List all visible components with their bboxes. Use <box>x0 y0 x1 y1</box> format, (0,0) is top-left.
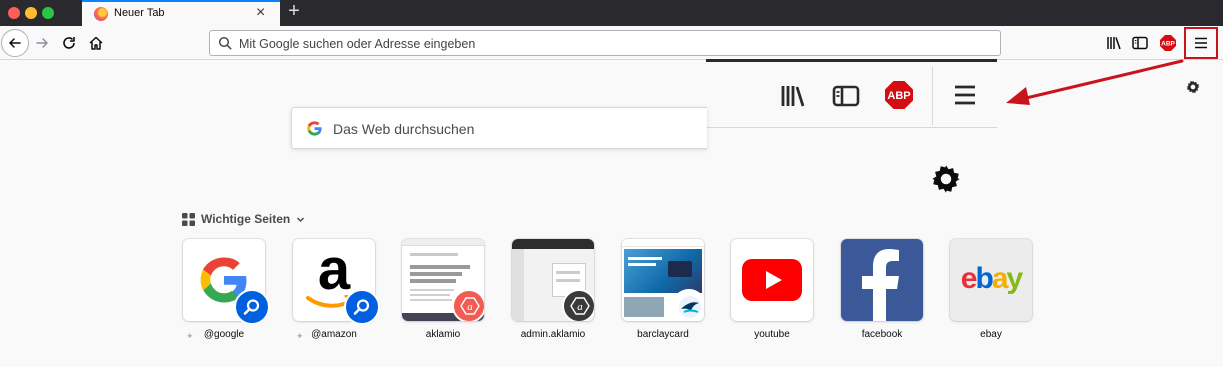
reload-button[interactable] <box>57 31 81 55</box>
search-shortcut-badge <box>344 289 380 325</box>
arrow-right-icon <box>36 38 48 48</box>
sidebar-icon <box>832 85 860 107</box>
top-site-label: aklamio <box>425 329 461 340</box>
barclaycard-eagle-icon <box>679 296 701 318</box>
toolbar-divider <box>932 67 933 125</box>
zoom-window-button[interactable] <box>42 7 54 19</box>
top-site-tile-facebook[interactable] <box>841 239 923 321</box>
grid-icon <box>182 212 195 226</box>
search-shortcut-badge <box>234 289 270 325</box>
google-logo-icon <box>307 121 322 136</box>
top-site-label: barclaycard <box>637 329 689 340</box>
library-icon <box>781 86 805 107</box>
top-site-tile-barclaycard[interactable] <box>622 239 704 321</box>
aklamio-favicon: a <box>562 289 594 321</box>
reload-icon <box>63 37 75 49</box>
top-site-tile-aklamio[interactable]: a <box>402 239 484 321</box>
back-button[interactable] <box>1 29 29 57</box>
url-placeholder: Mit Google suchen oder Adresse eingeben <box>239 37 476 51</box>
adblock-plus-icon: ABP <box>1160 35 1176 51</box>
zoomed-toolbar-callout: ABP <box>706 59 997 128</box>
top-site-label: youtube <box>754 329 790 340</box>
library-button[interactable] <box>1105 34 1123 52</box>
settings-gear-icon[interactable] <box>1186 80 1200 94</box>
arrow-left-icon <box>9 38 21 48</box>
adblock-plus-icon: ABP <box>885 81 913 109</box>
search-icon <box>218 36 232 50</box>
search-icon <box>243 299 260 315</box>
aklamio-logo-icon: a <box>460 297 480 315</box>
top-site-label: admin.aklamio <box>520 329 586 340</box>
firefox-icon <box>94 7 108 21</box>
new-tab-button[interactable]: + <box>285 0 303 24</box>
svg-text:a: a <box>577 301 583 313</box>
aklamio-logo-icon: a <box>570 297 590 315</box>
search-placeholder: Das Web durchsuchen <box>333 121 475 137</box>
facebook-logo-icon <box>862 249 899 321</box>
hamburger-menu-icon <box>955 85 975 105</box>
forward-button[interactable] <box>30 31 54 55</box>
top-site-tile-ebay[interactable]: ebay <box>950 239 1032 321</box>
chevron-down-icon <box>297 216 305 222</box>
title-bar: Neuer Tab × + <box>0 0 1223 26</box>
sidebar-button[interactable] <box>1131 34 1149 52</box>
home-icon <box>89 36 103 50</box>
close-window-button[interactable] <box>8 7 20 19</box>
tab-close-button[interactable]: × <box>256 4 265 22</box>
youtube-logo-icon <box>742 259 802 301</box>
url-bar[interactable]: Mit Google suchen oder Adresse eingeben <box>209 30 1001 56</box>
sidebar-icon <box>1132 36 1148 50</box>
top-site-label: @amazon <box>311 329 357 340</box>
adblock-plus-button[interactable]: ABP <box>1159 34 1177 52</box>
barclaycard-favicon <box>672 289 704 321</box>
top-site-label: facebook <box>861 329 903 340</box>
home-button[interactable] <box>84 31 108 55</box>
library-icon <box>1107 37 1121 50</box>
minimize-window-button[interactable] <box>25 7 37 19</box>
svg-text:ABP: ABP <box>1161 41 1175 48</box>
top-sites-heading[interactable]: Wichtige Seiten <box>182 212 305 226</box>
hamburger-menu-icon <box>1195 37 1207 49</box>
search-icon <box>353 299 370 315</box>
tab-title: Neuer Tab <box>114 7 165 19</box>
top-site-tile-admin-aklamio[interactable]: a <box>512 239 594 321</box>
svg-text:a: a <box>467 301 473 313</box>
top-site-label: ebay <box>980 329 1002 340</box>
settings-gear-icon <box>932 165 960 193</box>
aklamio-favicon: a <box>452 289 484 321</box>
web-search-input[interactable]: Das Web durchsuchen <box>291 107 707 149</box>
top-site-tile-youtube[interactable] <box>731 239 813 321</box>
annotation-arrow <box>1006 59 1184 105</box>
top-sites-title: Wichtige Seiten <box>201 212 291 226</box>
top-site-label: @google <box>203 329 245 340</box>
svg-text:ABP: ABP <box>887 90 910 102</box>
ebay-logo-icon: ebay <box>960 262 1023 295</box>
tab-new-tab[interactable]: Neuer Tab × <box>82 0 280 26</box>
